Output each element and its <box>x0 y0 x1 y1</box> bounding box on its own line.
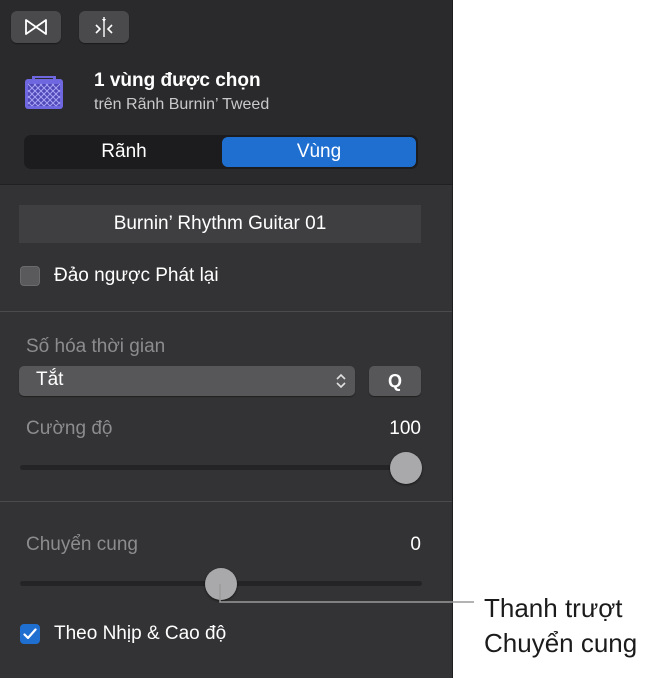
callout-leader-line <box>219 584 474 603</box>
callout-line2: Chuyển cung <box>484 628 638 658</box>
callout-line1: Thanh trượt <box>484 593 623 623</box>
